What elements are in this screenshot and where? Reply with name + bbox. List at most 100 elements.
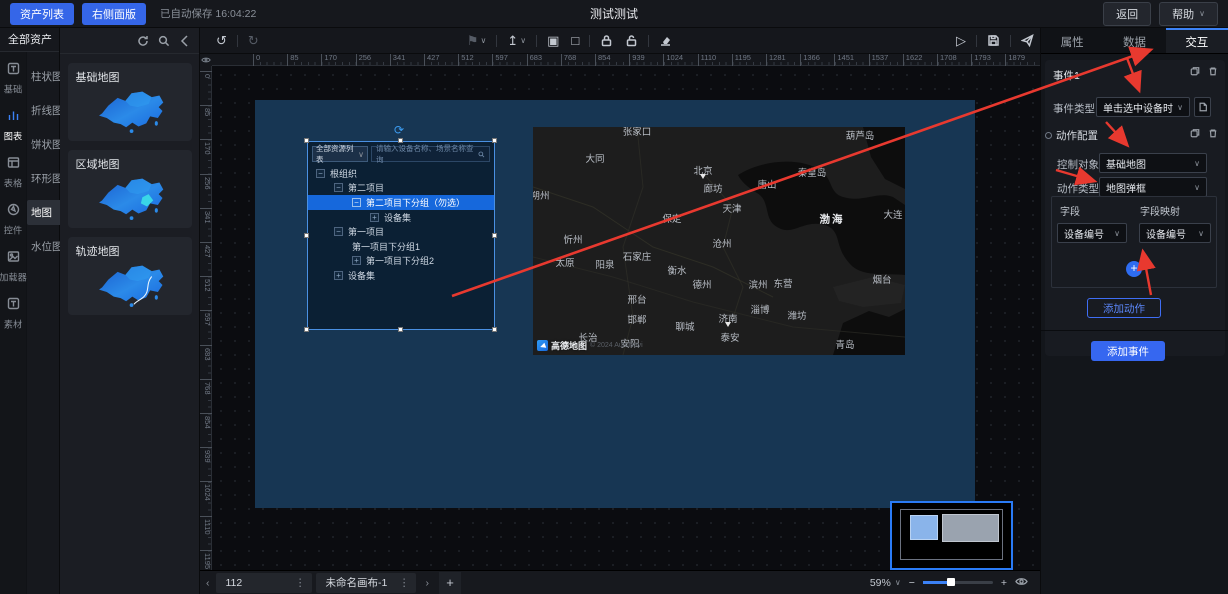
inspector-tab-属性[interactable]: 属性 <box>1041 28 1103 53</box>
collapse-icon[interactable]: − <box>352 198 361 207</box>
tree-item[interactable]: −第二项目下分组（勿选） <box>308 195 494 210</box>
collapse-dot-icon[interactable] <box>1045 132 1052 139</box>
align-top-button[interactable]: ↥∨ <box>501 33 532 49</box>
canvas-stage[interactable]: 0851702563414275125976837688549391024111… <box>200 54 1040 570</box>
selection-handle[interactable] <box>304 233 309 238</box>
sidebar-subcategory[interactable]: 地图 <box>27 200 65 225</box>
inspector-tab-交互[interactable]: 交互 <box>1166 28 1228 53</box>
selection-handle[interactable] <box>398 138 403 143</box>
zoom-in-button[interactable]: + <box>1001 577 1007 589</box>
selection-handle[interactable] <box>492 233 497 238</box>
asset-card[interactable]: 轨迹地图 <box>68 237 192 315</box>
expand-icon[interactable]: + <box>352 256 361 265</box>
field-dropdown[interactable]: 设备编号∨ <box>1057 223 1127 243</box>
tree-item[interactable]: +设备集 <box>308 210 494 225</box>
zoom-slider-handle[interactable] <box>947 578 955 586</box>
sidebar-category-control[interactable]: 控件 <box>0 203 26 237</box>
v-ruler-tick: 256 <box>200 174 212 190</box>
sidebar-category-material[interactable]: 素材 <box>0 297 26 331</box>
delete-action-icon[interactable] <box>1208 128 1218 138</box>
tree-item[interactable]: −根组织 <box>308 166 494 181</box>
clear-canvas-icon[interactable] <box>653 34 678 47</box>
add-action-button[interactable]: 添加动作 <box>1087 298 1161 318</box>
action-type-dropdown[interactable]: 地图弹框∨ <box>1099 177 1207 197</box>
sidebar-subcategory[interactable]: 柱状图 <box>27 64 65 89</box>
minimap[interactable] <box>890 501 1013 570</box>
tree-search-input[interactable]: 请输入设备名称、场景名称查询 <box>371 146 490 162</box>
ruler-visibility-toggle[interactable] <box>200 54 212 66</box>
sidebar-category-chart[interactable]: 图表 <box>0 109 26 143</box>
selection-handle[interactable] <box>492 327 497 332</box>
selection-handle[interactable] <box>304 327 309 332</box>
expand-icon[interactable]: + <box>334 271 343 280</box>
sidebar-category-text[interactable]: 基础 <box>0 62 26 96</box>
preview-eye-icon[interactable] <box>1015 576 1028 590</box>
collapse-icon[interactable]: − <box>334 183 343 192</box>
map-widget[interactable]: 张家口葫芦岛大同北京秦皇岛廊坊唐山朔州天津保定渤海大连忻州沧州石家庄太原阳泉衡水… <box>533 127 905 355</box>
right-panel-toggle-button[interactable]: 右侧面版 <box>82 3 146 25</box>
undo-button[interactable]: ↺ <box>210 33 233 49</box>
asset-name: 基础地图 <box>76 69 184 85</box>
tree-item[interactable]: −第二项目 <box>308 181 494 196</box>
page-tab-menu-icon[interactable]: ⋮ <box>295 577 306 589</box>
marker-tool-button[interactable]: ⚑∨ <box>461 33 493 49</box>
collapse-panel-icon[interactable] <box>179 35 191 47</box>
widget-refresh-icon[interactable]: ⟳ <box>394 124 404 136</box>
add-page-button[interactable]: + <box>439 572 461 594</box>
tree-item[interactable]: +设备集 <box>308 268 494 283</box>
zoom-level-dropdown[interactable]: 59%∨ <box>870 577 901 589</box>
event-script-icon[interactable] <box>1194 97 1211 117</box>
inspector-tab-数据[interactable]: 数据 <box>1103 28 1165 53</box>
page-tab[interactable]: 112 ⋮ <box>216 573 312 593</box>
search-icon[interactable] <box>158 35 170 47</box>
selection-handle[interactable] <box>304 138 309 143</box>
add-event-button[interactable]: 添加事件 <box>1091 341 1165 361</box>
group-button[interactable]: ▣ <box>541 33 565 49</box>
canvas-tab-menu-icon[interactable]: ⋮ <box>399 577 410 589</box>
redo-button[interactable]: ↻ <box>242 33 265 49</box>
category-label: 表格 <box>4 176 22 190</box>
refresh-icon[interactable] <box>137 35 149 47</box>
lock-button[interactable] <box>594 34 619 47</box>
control-object-dropdown[interactable]: 基础地图∨ <box>1099 153 1207 173</box>
asset-list-toggle-button[interactable]: 资产列表 <box>10 3 74 25</box>
unlock-button[interactable] <box>619 34 644 47</box>
help-button[interactable]: 帮助∨ <box>1159 2 1218 26</box>
field-mapping-dropdown[interactable]: 设备编号∨ <box>1139 223 1211 243</box>
selection-handle[interactable] <box>398 327 403 332</box>
save-button[interactable] <box>981 34 1006 47</box>
pages-scroll-left-icon[interactable]: ‹ <box>200 577 216 589</box>
pages-scroll-right-icon[interactable]: › <box>420 577 436 589</box>
asset-card[interactable]: 区域地图 <box>68 150 192 228</box>
tree-item[interactable]: 第一项目下分组1 <box>308 239 494 254</box>
tree-item[interactable]: −第一项目 <box>308 224 494 239</box>
tree-source-dropdown[interactable]: 全部资源列表∨ <box>312 146 368 162</box>
ungroup-button[interactable]: □ <box>565 33 585 48</box>
collapse-icon[interactable]: − <box>316 169 325 178</box>
publish-button[interactable] <box>1015 34 1040 47</box>
sidebar-category-table[interactable]: 表格 <box>0 156 26 190</box>
device-tree-widget[interactable]: 全部资源列表∨ 请输入设备名称、场景名称查询 −根组织−第二项目−第二项目下分组… <box>307 141 495 330</box>
zoom-out-button[interactable]: − <box>909 577 915 589</box>
asset-card[interactable]: 基础地图 <box>68 63 192 141</box>
tree-item[interactable]: +第一项目下分组2 <box>308 254 494 269</box>
add-field-mapping-button[interactable]: + <box>1126 261 1142 277</box>
copy-action-icon[interactable] <box>1190 128 1200 138</box>
back-button[interactable]: 返回 <box>1103 2 1151 26</box>
event-type-dropdown[interactable]: 单击选中设备时∨ <box>1096 97 1190 117</box>
copy-event-icon[interactable] <box>1190 66 1200 76</box>
preview-play-button[interactable]: ▷ <box>950 33 972 49</box>
collapse-icon[interactable]: − <box>334 227 343 236</box>
expand-icon[interactable]: + <box>370 213 379 222</box>
sidebar-subcategory[interactable]: 饼状图 <box>27 132 65 157</box>
delete-event-icon[interactable] <box>1208 66 1218 76</box>
canvas-tab[interactable]: 未命名画布-1 ⋮ <box>316 573 416 593</box>
map-city-label: 衡水 <box>667 263 686 277</box>
sidebar-subcategory[interactable]: 折线图 <box>27 98 65 123</box>
sidebar-subcategory[interactable]: 水位图 <box>27 234 65 259</box>
sidebar-subcategory[interactable]: 环形图 <box>27 166 65 191</box>
zoom-slider[interactable] <box>923 581 993 584</box>
sidebar-category-loader[interactable]: 加载器 <box>0 250 26 284</box>
action-config-header: 动作配置 <box>1045 128 1098 143</box>
selection-handle[interactable] <box>492 138 497 143</box>
